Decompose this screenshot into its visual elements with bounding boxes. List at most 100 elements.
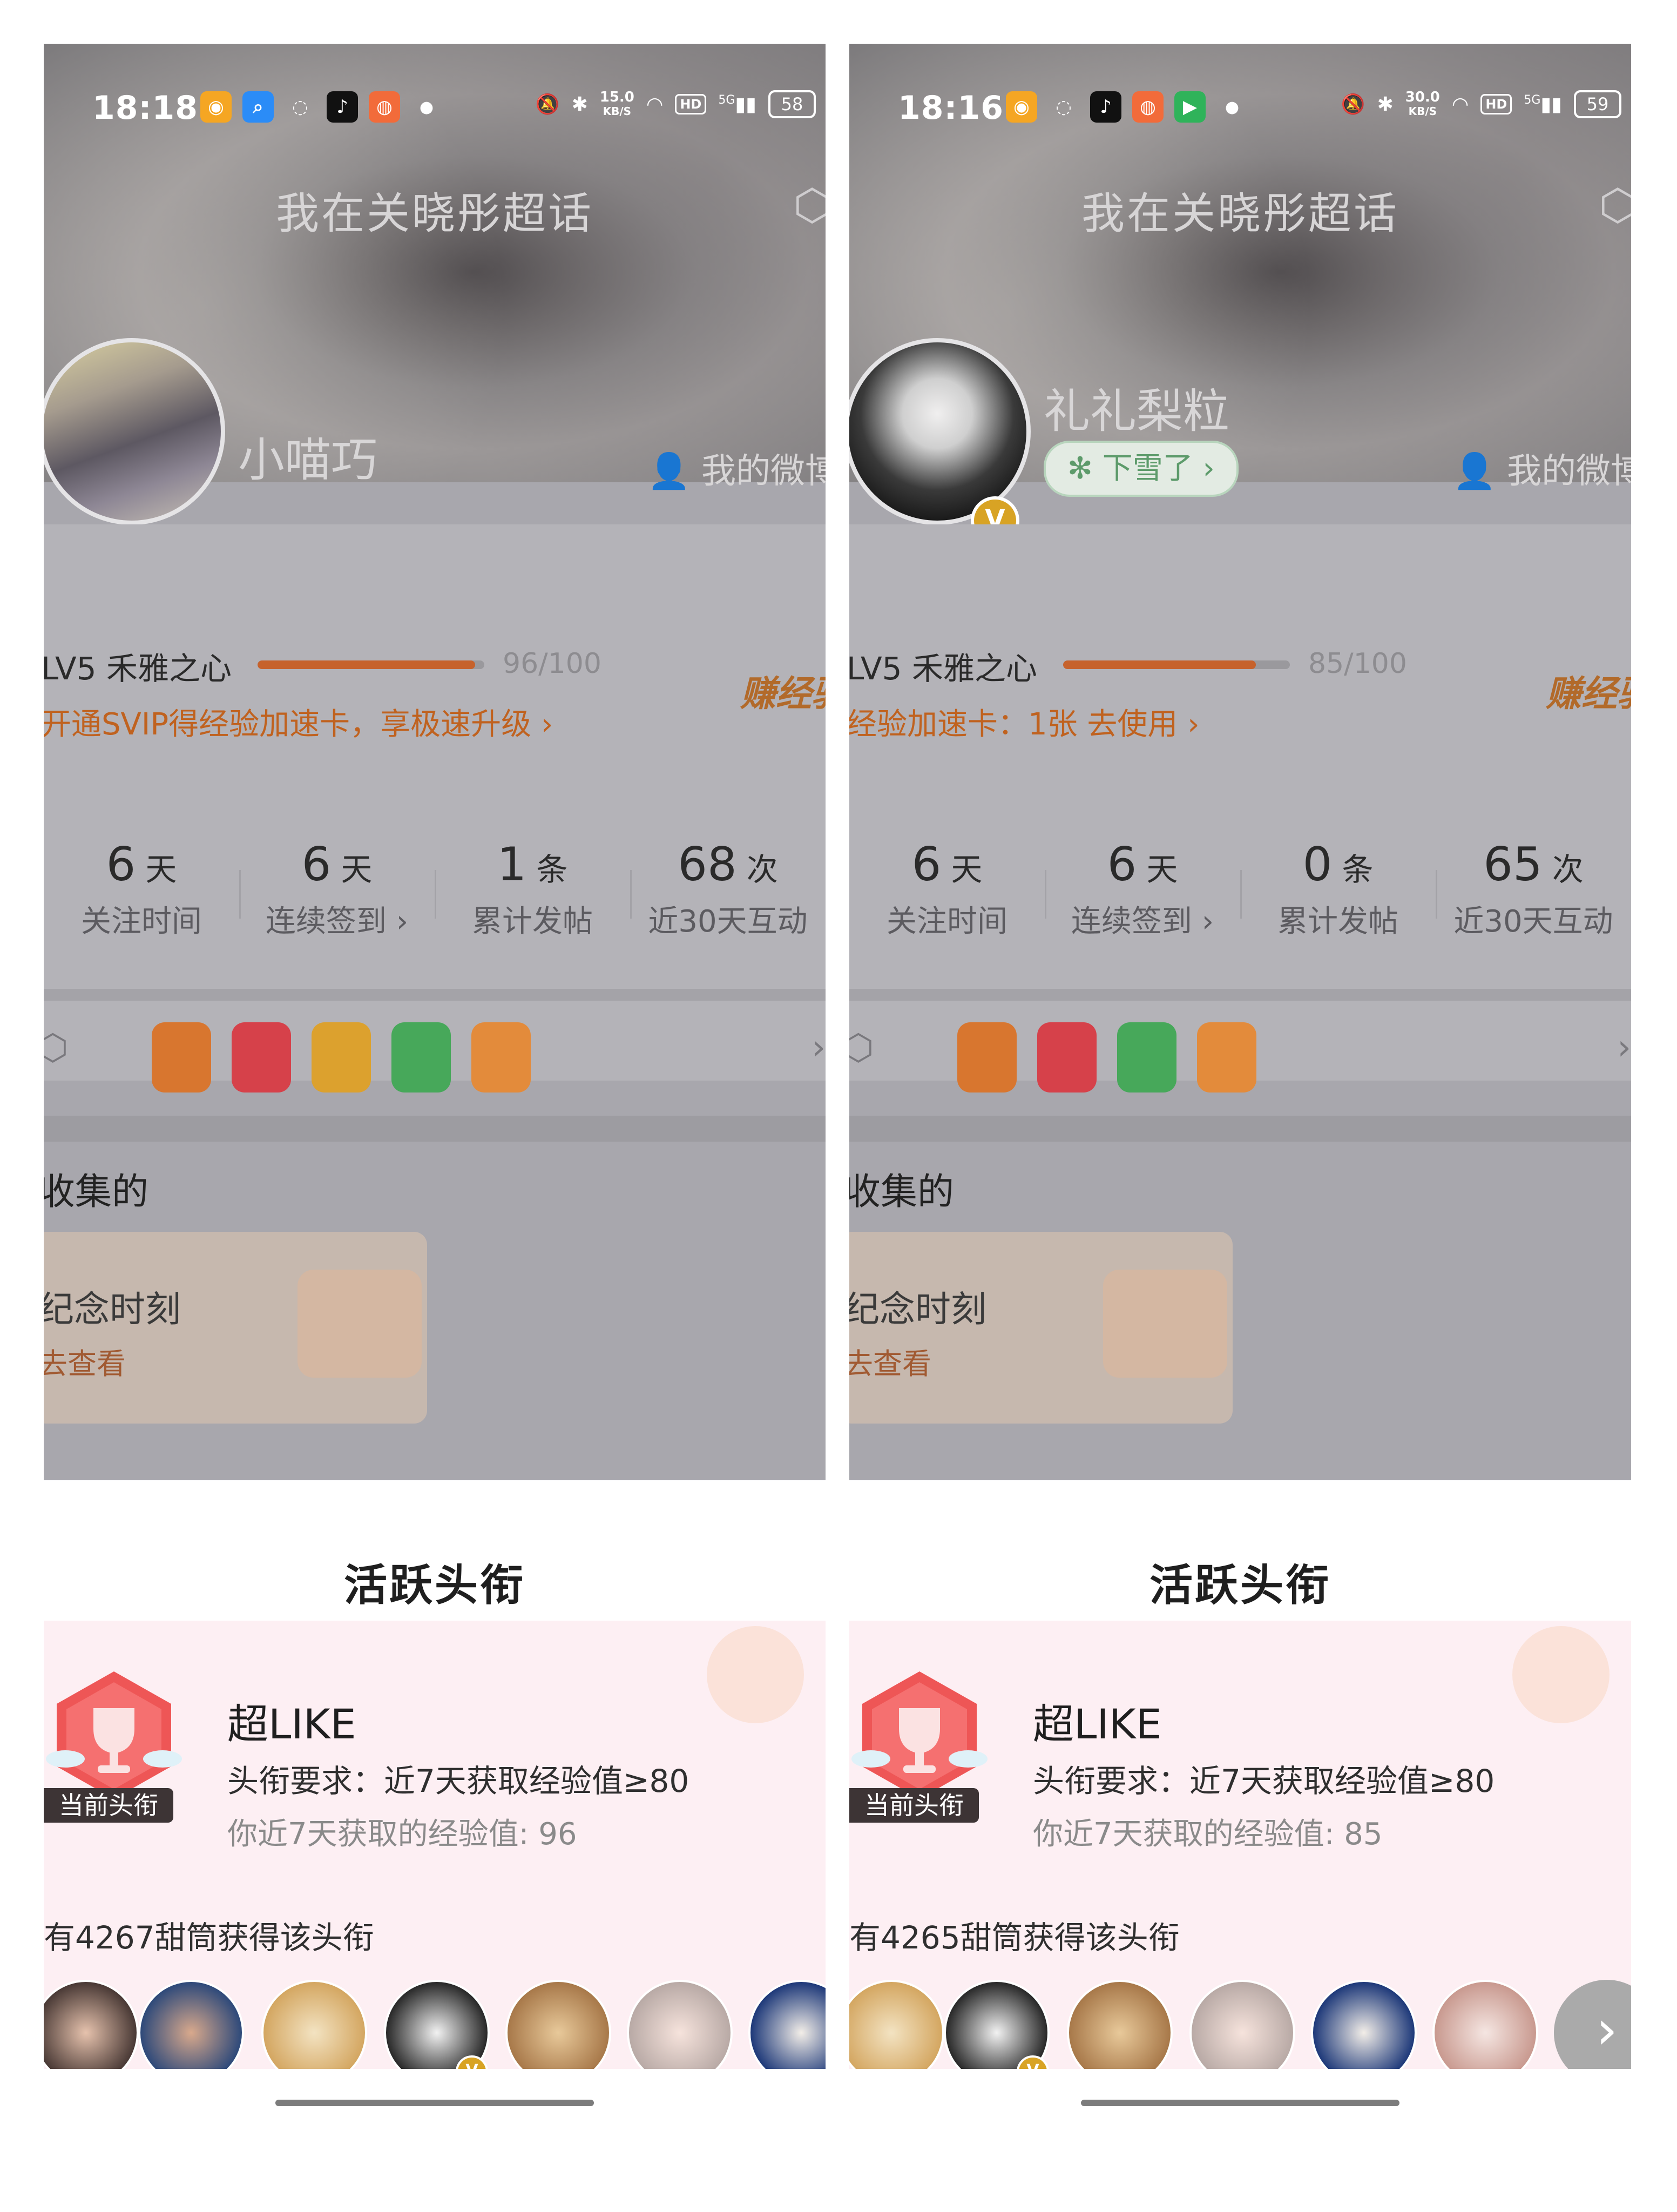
stat-interactions[interactable]: 68 次 近30天互动 <box>630 838 826 939</box>
exp-card-link[interactable]: 经验加速卡：1张 去使用 › <box>849 700 1200 744</box>
home-indicator[interactable] <box>275 2100 594 2106</box>
wifi-icon: ◠ <box>1451 93 1469 116</box>
holder-avatar[interactable] <box>1189 1980 1295 2069</box>
net-speed: 15.0 KB/S <box>599 89 634 118</box>
divider <box>849 989 1631 1001</box>
level-progress-text: 96/100 <box>503 648 601 680</box>
memory-card-title: 纪念时刻 <box>849 1289 986 1330</box>
badge-row[interactable]: ⬡ › <box>849 1016 1631 1092</box>
badge-requirement: 头衔要求：近7天获取经验值≥80 <box>227 1763 689 1799</box>
lv-badge-icon <box>957 1022 1017 1092</box>
hd-badge: HD <box>675 94 707 114</box>
collection-title: 收集的 <box>44 1171 149 1213</box>
status-time: 18:16 <box>898 89 1004 127</box>
emoji-badge-icon <box>1197 1022 1256 1092</box>
level-progress-bar <box>258 660 484 669</box>
stat-interactions[interactable]: 65 次 近30天互动 <box>1436 838 1631 939</box>
screenshot-left: 18:18 ◉ ⌕ ◌ ♪ ◍ ● 🔕 ✱ 15.0 KB/S ◠ HD 5G▮▮… <box>44 44 826 2069</box>
hi-badge-icon <box>312 1022 371 1092</box>
stat-checkin-days[interactable]: 6天 连续签到 › <box>1045 838 1240 939</box>
stats-row: 6天 关注时间 6天 连续签到 › 1条 累计发帖 68 次 近30天互动 <box>44 838 826 939</box>
tiktok-icon: ♪ <box>327 91 358 123</box>
my-weibo-link[interactable]: 👤 我的微博 <box>1453 443 1631 493</box>
wechat-icon: ◌ <box>1056 96 1072 118</box>
level-label: LV5 禾雅之心 <box>849 650 1037 687</box>
stat-posts[interactable]: 0条 累计发帖 <box>1240 838 1436 939</box>
page-title: 我在关晓彤超话 <box>276 188 593 239</box>
my-exp: 你近7天获取的经验值: 96 <box>227 1817 577 1852</box>
net-speed: 30.0 KB/S <box>1405 89 1440 118</box>
holder-avatar[interactable] <box>261 1980 367 2069</box>
holder-avatar[interactable] <box>1311 1980 1417 2069</box>
emoji-badge-icon <box>471 1022 531 1092</box>
avatar[interactable] <box>849 338 1031 525</box>
holder-avatar[interactable] <box>138 1980 244 2069</box>
my-weibo-link[interactable]: 👤 我的微博 <box>647 443 826 493</box>
holder-avatar[interactable] <box>505 1980 611 2069</box>
calendar-gem-icon <box>1103 1270 1227 1378</box>
person-icon: 👤 <box>1453 451 1496 491</box>
settings-hex-icon[interactable]: ⬡ <box>1599 180 1631 230</box>
holders-avatars: V › <box>849 1980 1631 2069</box>
status-bar: 18:18 ◉ ⌕ ◌ ♪ ◍ ● 🔕 ✱ 15.0 KB/S ◠ HD 5G▮▮… <box>44 82 826 136</box>
current-title-tag: 当前头衔 <box>849 1788 979 1823</box>
bottom-sheet: 活跃头衔 当前头衔 超LIKE 头衔要求：近7天获取经验值≥80 你近7天获取的… <box>849 1480 1631 2069</box>
level-progress-bar <box>1063 660 1290 669</box>
sheet-title: 活跃头衔 <box>344 1560 525 1610</box>
chevron-right-icon[interactable]: › <box>812 1028 826 1068</box>
holder-avatar[interactable] <box>849 1980 944 2069</box>
holder-avatar[interactable] <box>44 1980 139 2069</box>
profile-page-dimmed: 18:16 ◉ ◌ ♪ ◍ ▶ ● 🔕 ✱ 30.0 KB/S ◠ HD 5G▮▮… <box>849 44 1631 1480</box>
app-icon: ◍ <box>1132 91 1164 123</box>
holder-avatar[interactable] <box>748 1980 826 2069</box>
svip-promo-link[interactable]: 开通SVIP得经验加速卡，享极速升级 › <box>44 700 553 744</box>
lv-badge-icon <box>152 1022 211 1092</box>
level-label: LV5 禾雅之心 <box>44 650 232 687</box>
app-icon: ◍ <box>369 91 400 123</box>
person-icon: 👤 <box>647 451 691 491</box>
holder-avatar[interactable] <box>627 1980 733 2069</box>
settings-hex-icon[interactable]: ⬡ <box>793 180 826 230</box>
chevron-right-icon[interactable]: › <box>1554 1980 1631 2069</box>
holder-avatar[interactable] <box>1432 1980 1538 2069</box>
badge-settings-icon[interactable]: ⬡ <box>849 1027 874 1068</box>
stat-follow-days[interactable]: 6天 关注时间 <box>44 838 239 939</box>
bluetooth-icon: ✱ <box>1377 93 1394 116</box>
divider <box>849 1116 1631 1142</box>
calendar-gem-icon <box>297 1270 422 1378</box>
collection-title: 收集的 <box>849 1171 955 1213</box>
earn-exp-button[interactable]: 赚经验 <box>740 665 826 717</box>
memory-card-link[interactable]: 去查看 <box>849 1340 931 1382</box>
stat-checkin-days[interactable]: 6天 连续签到 › <box>239 838 435 939</box>
status-pill[interactable]: ✻ 下雪了 › <box>1044 441 1239 497</box>
badge-name: 超LIKE <box>227 1700 356 1748</box>
play-app-icon: ▶ <box>1174 91 1206 123</box>
holders-count: 有4265甜筒获得该头衔 <box>849 1919 1180 1956</box>
signal-icon: 5G▮▮ <box>1524 93 1562 116</box>
holder-avatar[interactable] <box>1067 1980 1173 2069</box>
signal-icon: 5G▮▮ <box>718 93 756 116</box>
stat-follow-days[interactable]: 6天 关注时间 <box>849 838 1045 939</box>
profile-page-dimmed: 18:18 ◉ ⌕ ◌ ♪ ◍ ● 🔕 ✱ 15.0 KB/S ◠ HD 5G▮▮… <box>44 44 826 1480</box>
memory-card-link[interactable]: 去查看 <box>44 1340 126 1382</box>
battery: 58 <box>768 90 816 118</box>
hand-badge-icon <box>1117 1022 1176 1092</box>
earn-exp-button[interactable]: 赚经验 <box>1546 665 1631 717</box>
badge-settings-icon[interactable]: ⬡ <box>44 1027 69 1068</box>
mute-icon: 🔕 <box>1341 93 1365 116</box>
dot-icon: ● <box>1225 97 1240 117</box>
trophy-hexagon-icon <box>851 1671 988 1799</box>
search-app-icon: ⌕ <box>242 91 274 123</box>
divider <box>44 989 826 1001</box>
hand-badge-icon <box>391 1022 451 1092</box>
dot-icon: ● <box>419 97 434 117</box>
hd-badge: HD <box>1480 94 1512 114</box>
avatar[interactable] <box>44 338 225 525</box>
level-progress-text: 85/100 <box>1308 648 1407 680</box>
memory-card-title: 纪念时刻 <box>44 1289 181 1330</box>
stat-posts[interactable]: 1条 累计发帖 <box>435 838 630 939</box>
badge-row[interactable]: ⬡ › <box>44 1016 826 1092</box>
status-bar: 18:16 ◉ ◌ ♪ ◍ ▶ ● 🔕 ✱ 30.0 KB/S ◠ HD 5G▮▮… <box>849 82 1631 136</box>
home-indicator[interactable] <box>1081 2100 1399 2106</box>
chevron-right-icon[interactable]: › <box>1617 1028 1631 1068</box>
